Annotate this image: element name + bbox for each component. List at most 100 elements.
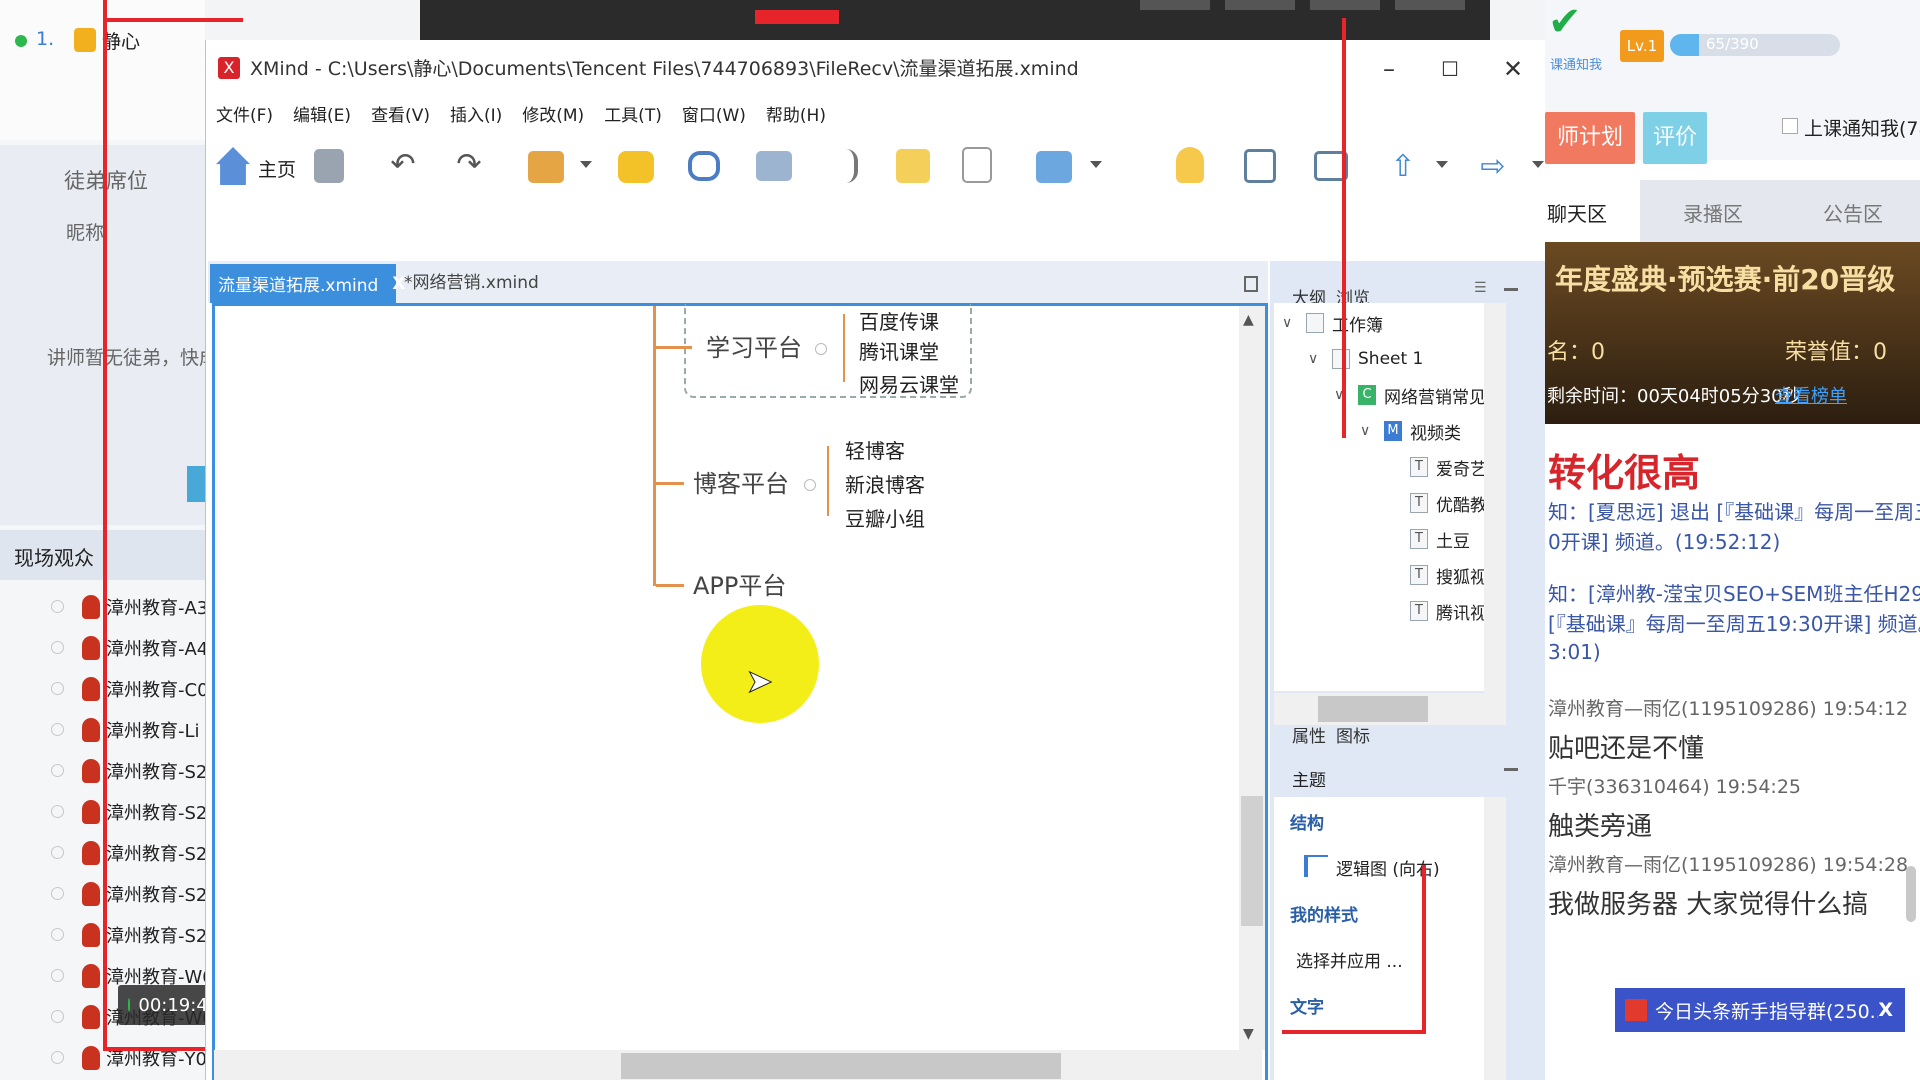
- live-dot: [128, 998, 131, 1012]
- outline-item[interactable]: ∨ C 网络营销常见方: [1334, 377, 1503, 413]
- mindmap-subtopic[interactable]: 轻博客: [845, 435, 905, 464]
- outline-item[interactable]: ∨ 工作簿: [1282, 305, 1383, 341]
- mindmap-subtopic[interactable]: 新浪博客: [845, 469, 925, 498]
- maximize-editor-icon[interactable]: [1244, 276, 1258, 292]
- scroll-up-icon[interactable]: ▲: [1243, 312, 1254, 328]
- mindmap-subtopic[interactable]: 网易云课堂: [859, 369, 959, 398]
- outline-item[interactable]: ∨ M 视频类: [1360, 413, 1461, 449]
- video-control[interactable]: [1140, 0, 1210, 10]
- undo-icon[interactable]: ↶: [386, 147, 420, 185]
- panel-menu-icon[interactable]: ☰: [1474, 280, 1487, 296]
- topic-icon: T: [1410, 457, 1428, 477]
- summary-icon[interactable]: [824, 149, 858, 183]
- checkin-icon[interactable]: ✔: [1548, 2, 1588, 42]
- minimize-panel-icon[interactable]: [1504, 768, 1518, 771]
- mindmap-topic[interactable]: APP平台: [693, 566, 786, 601]
- user-icon: [82, 963, 100, 988]
- home-label[interactable]: 主页: [258, 155, 296, 182]
- chat-scrollbar[interactable]: [1906, 866, 1916, 922]
- menu-window[interactable]: 窗口(W): [682, 101, 746, 126]
- close-notification-icon[interactable]: X: [1878, 999, 1893, 1021]
- task-icon[interactable]: [962, 147, 992, 183]
- tab-announcement[interactable]: 公告区: [1823, 198, 1883, 227]
- teacher-plan-button[interactable]: 师计划: [1545, 112, 1635, 164]
- relationship-icon[interactable]: [688, 151, 720, 181]
- annotation-line: [755, 10, 839, 24]
- minimize-button[interactable]: –: [1372, 52, 1406, 86]
- annotation-line: [1282, 1030, 1426, 1034]
- menu-insert[interactable]: 插入(I): [450, 101, 502, 126]
- properties-scrollbar[interactable]: [1484, 797, 1506, 1080]
- brainstorm-icon[interactable]: [1176, 147, 1204, 183]
- mindmap-topic[interactable]: 博客平台: [693, 464, 789, 499]
- outline-item[interactable]: T 土豆: [1410, 521, 1470, 557]
- scrollbar-thumb[interactable]: [621, 1053, 1061, 1079]
- outline-item[interactable]: T 爱奇艺: [1410, 449, 1487, 485]
- redo-icon[interactable]: ↷: [452, 147, 486, 185]
- scroll-down-icon[interactable]: ▼: [1243, 1026, 1254, 1042]
- level-progress-fill: [1670, 34, 1699, 56]
- outline-item[interactable]: ∨ Sheet 1: [1308, 341, 1423, 377]
- tab-network-marketing[interactable]: *网络营销.xmind: [404, 268, 539, 293]
- tab-properties[interactable]: 属性: [1292, 722, 1326, 747]
- topic-icon: T: [1410, 529, 1428, 549]
- chevron-down-icon[interactable]: [1090, 161, 1102, 168]
- collapse-icon[interactable]: [804, 479, 816, 491]
- apply-style-button[interactable]: 选择并应用 ...: [1296, 947, 1403, 972]
- collapse-icon[interactable]: [815, 343, 827, 355]
- home-icon[interactable]: [216, 147, 250, 185]
- chat-message: 我做服务器 大家觉得什么搞: [1548, 890, 1869, 920]
- mindmap-subtopic[interactable]: 腾讯课堂: [859, 336, 939, 365]
- tab-icons[interactable]: 图标: [1336, 722, 1370, 747]
- tab-recording[interactable]: 录播区: [1683, 198, 1743, 227]
- scrollbar-thumb[interactable]: [1318, 696, 1428, 722]
- maximize-button[interactable]: ☐: [1433, 52, 1467, 86]
- text-label: 文字: [1290, 998, 1324, 1018]
- evaluate-button[interactable]: 评价: [1643, 112, 1707, 164]
- callout-icon[interactable]: [618, 151, 654, 183]
- vertical-scrollbar[interactable]: [1239, 306, 1265, 1050]
- menu-file[interactable]: 文件(F): [216, 101, 273, 126]
- presentation-icon[interactable]: [1244, 149, 1276, 183]
- mindmap-topic[interactable]: 学习平台: [706, 328, 802, 363]
- scrollbar-thumb[interactable]: [1241, 796, 1263, 926]
- chat-meta: 漳州教育—雨亿(1195109286) 19:54:12: [1548, 698, 1909, 720]
- menu-tools[interactable]: 工具(T): [604, 101, 662, 126]
- video-control[interactable]: [1395, 0, 1465, 10]
- minimize-panel-icon[interactable]: [1504, 288, 1518, 291]
- topic-icon[interactable]: [528, 151, 564, 183]
- status-radio: [51, 641, 64, 654]
- menu-modify[interactable]: 修改(M): [522, 101, 584, 126]
- apprentice-button[interactable]: [187, 466, 205, 502]
- save-icon[interactable]: [314, 149, 344, 183]
- chevron-down-icon[interactable]: ∨: [1308, 351, 1322, 367]
- leaderboard-link[interactable]: 查看榜单: [1775, 382, 1847, 408]
- annotation-line: [103, 0, 107, 1050]
- tab-chat[interactable]: 聊天区: [1547, 198, 1607, 227]
- upload-icon[interactable]: ⇧: [1386, 149, 1420, 187]
- chevron-down-icon[interactable]: ∨: [1360, 423, 1374, 439]
- tab-flow-channel[interactable]: 流量渠道拓展.xmind X: [210, 264, 405, 303]
- chevron-down-icon[interactable]: [1436, 161, 1448, 168]
- menu-view[interactable]: 查看(V): [371, 101, 430, 126]
- image-icon[interactable]: [1036, 151, 1072, 183]
- chevron-down-icon[interactable]: ∨: [1282, 315, 1296, 331]
- video-control[interactable]: [1225, 0, 1295, 10]
- close-window-button[interactable]: ✕: [1496, 52, 1530, 86]
- audience-name: 漳州教育-S2: [106, 761, 205, 783]
- mindmap-subtopic[interactable]: 百度传课: [859, 306, 939, 335]
- audience-name: 漳州教育-S2: [106, 884, 205, 906]
- notification-popup[interactable]: 今日头条新手指导群(250... X: [1615, 988, 1905, 1032]
- menu-edit[interactable]: 编辑(E): [293, 101, 351, 126]
- boundary-icon[interactable]: [756, 151, 792, 181]
- menu-help[interactable]: 帮助(H): [766, 101, 826, 126]
- notify-checkbox[interactable]: [1782, 118, 1798, 134]
- chevron-down-icon[interactable]: [580, 161, 592, 168]
- video-control[interactable]: [1310, 0, 1380, 10]
- mindmap-subtopic[interactable]: 豆瓣小组: [845, 503, 925, 532]
- user-name[interactable]: 静心: [102, 27, 140, 54]
- export-icon[interactable]: ⇨: [1476, 149, 1510, 187]
- chevron-down-icon[interactable]: [1532, 161, 1544, 168]
- outline-scrollbar[interactable]: [1484, 303, 1506, 693]
- note-icon[interactable]: [896, 149, 930, 183]
